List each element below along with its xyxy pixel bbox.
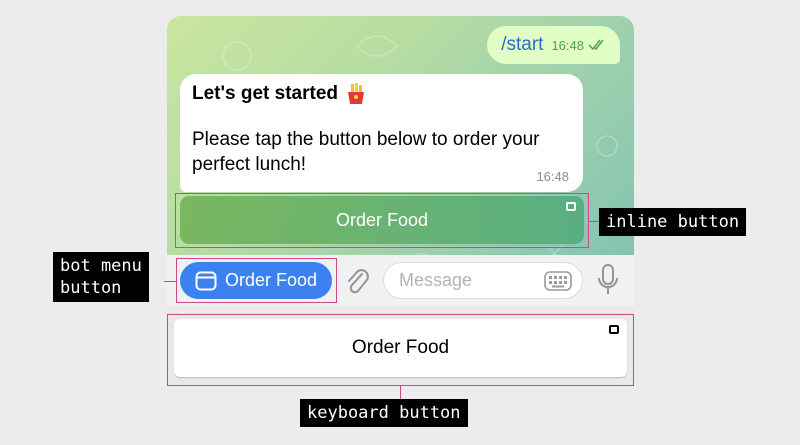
keyboard-button-connector bbox=[400, 386, 401, 399]
incoming-message: Let's get started Please tap the button … bbox=[180, 74, 583, 192]
bot-menu-connector bbox=[164, 281, 176, 282]
inline-button-frame bbox=[175, 193, 589, 248]
message-body: Please tap the button below to order you… bbox=[192, 129, 540, 175]
message-title-text: Let's get started bbox=[192, 83, 338, 104]
bot-menu-annotation-line1: bot menu bbox=[60, 256, 142, 276]
inline-button-annotation: inline button bbox=[599, 208, 747, 236]
keyboard-icon[interactable] bbox=[544, 271, 572, 291]
keyboard-button-annotation: keyboard button bbox=[300, 399, 468, 427]
bot-menu-annotation: bot menu button bbox=[53, 252, 149, 302]
inline-button-connector bbox=[589, 221, 599, 222]
keyboard-button-frame bbox=[167, 314, 634, 386]
message-input[interactable]: Message bbox=[383, 262, 583, 299]
outgoing-message-text: /start bbox=[501, 34, 544, 55]
checkmarks-icon bbox=[588, 39, 604, 51]
incoming-message-time: 16:48 bbox=[536, 169, 569, 184]
fries-icon bbox=[348, 83, 364, 104]
microphone-icon[interactable] bbox=[597, 264, 619, 296]
paperclip-icon[interactable] bbox=[344, 266, 370, 296]
message-placeholder: Message bbox=[399, 270, 473, 290]
bot-menu-annotation-line2: button bbox=[60, 278, 122, 298]
message-title: Let's get started bbox=[192, 83, 571, 105]
outgoing-message: /start 16:48 bbox=[487, 26, 620, 64]
outgoing-message-time: 16:48 bbox=[551, 37, 584, 53]
bot-menu-button-frame bbox=[176, 258, 337, 303]
